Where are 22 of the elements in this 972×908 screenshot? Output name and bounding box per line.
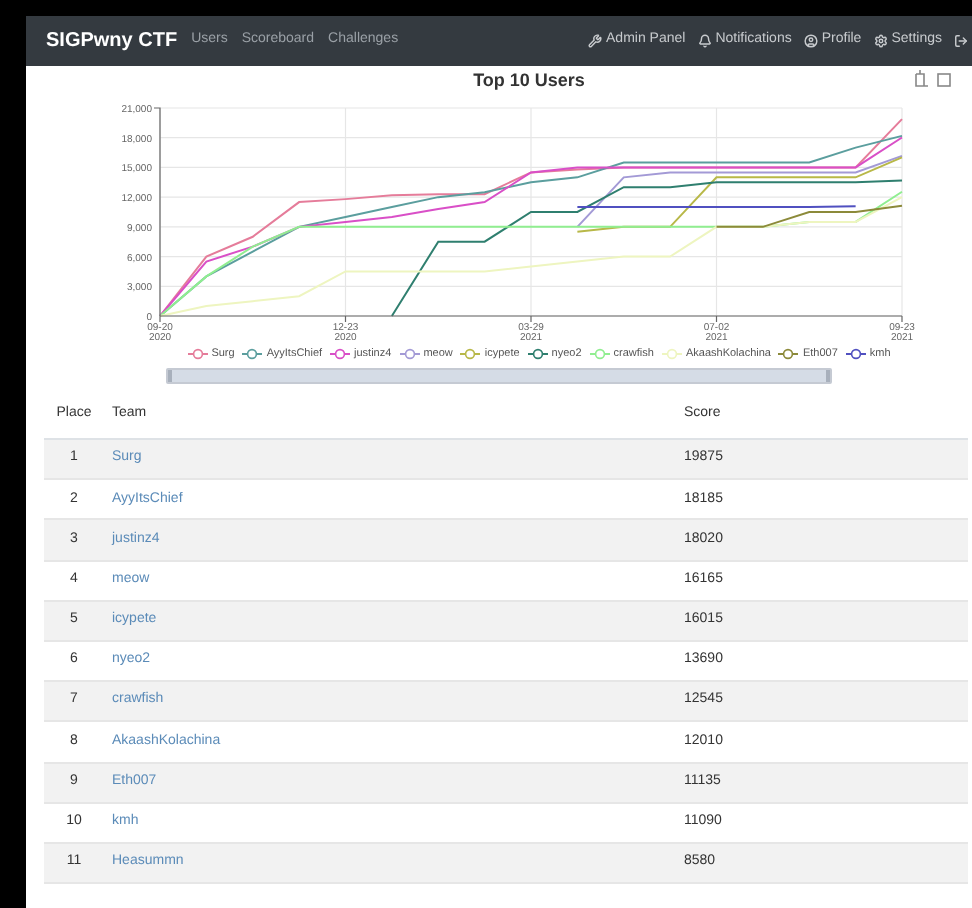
user-icon[interactable] — [803, 34, 818, 48]
slider-handle[interactable] — [826, 370, 830, 382]
slider-handle[interactable] — [168, 370, 172, 382]
legend-marker-icon[interactable] — [399, 348, 420, 360]
legend-marker-icon[interactable] — [778, 348, 799, 360]
legend-marker-icon[interactable] — [527, 348, 548, 360]
bell-icon[interactable] — [697, 34, 712, 48]
restore-icon[interactable] — [915, 69, 929, 87]
logout-icon[interactable] — [954, 34, 968, 48]
legend-marker-icon[interactable] — [589, 348, 610, 360]
brand-link[interactable]: SIGPwny CTF — [46, 26, 178, 56]
zoom-slider[interactable] — [166, 368, 832, 384]
save-icon[interactable] — [937, 73, 951, 87]
settings-icon[interactable] — [873, 34, 888, 48]
chart-title: Top 10 Users — [473, 70, 585, 90]
wrench-icon[interactable] — [588, 34, 603, 48]
legend-marker-icon[interactable] — [661, 348, 682, 360]
legend-marker-icon[interactable] — [845, 348, 866, 360]
legend-marker-icon[interactable] — [242, 348, 263, 360]
legend-marker-icon[interactable] — [187, 348, 208, 360]
legend-marker-icon[interactable] — [460, 348, 481, 360]
legend-marker-icon[interactable] — [330, 348, 351, 360]
